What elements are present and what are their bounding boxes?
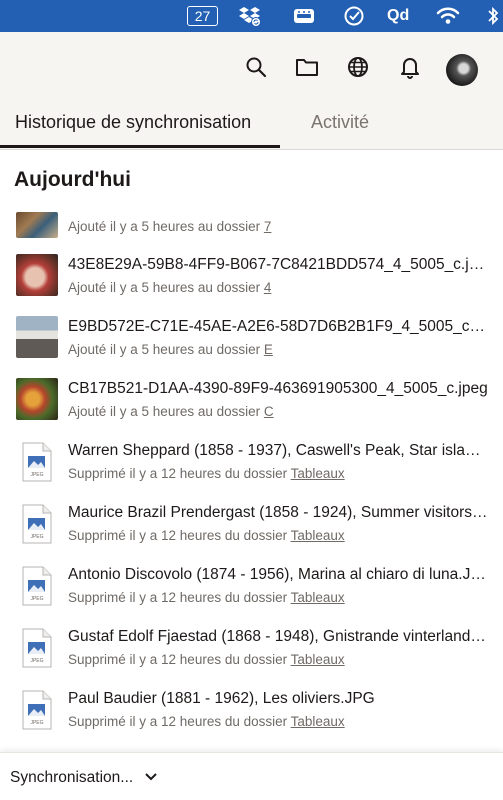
svg-text:JPEG: JPEG xyxy=(30,596,43,602)
jpeg-file-icon: JPEG xyxy=(22,442,52,482)
svg-text:JPEG: JPEG xyxy=(30,472,43,478)
item-description: Supprimé il y a 12 heures du dossier Tab… xyxy=(68,714,345,729)
section-title: Aujourd'hui xyxy=(14,168,131,191)
calendar-date-icon[interactable]: 27 xyxy=(187,6,218,26)
photo-thumbnail xyxy=(16,212,58,238)
item-name: Warren Sheppard (1858 - 1937), Caswell's… xyxy=(68,442,488,459)
list-item[interactable]: JPEG Antonio Discovolo (1874 - 1956), Ma… xyxy=(0,562,503,622)
photo-thumbnail xyxy=(16,316,58,358)
display-icon[interactable] xyxy=(290,0,318,32)
item-description: Ajouté il y a 5 heures au dossier 4 xyxy=(68,280,272,295)
list-item[interactable]: JPEG Warren Sheppard (1858 - 1937), Casw… xyxy=(0,438,503,498)
item-name: Maurice Brazil Prendergast (1858 - 1924)… xyxy=(68,504,488,521)
active-tab-indicator xyxy=(0,145,280,148)
dropbox-sync-icon[interactable] xyxy=(235,0,265,32)
item-description: Supprimé il y a 12 heures du dossier Tab… xyxy=(68,590,345,605)
item-description: Ajouté il y a 5 heures au dossier 7 xyxy=(68,219,272,234)
item-name: CB17B521-D1AA-4390-89F9-463691905300_4_5… xyxy=(68,380,488,397)
wifi-icon[interactable] xyxy=(434,0,462,32)
item-name: E9BD572E-C71E-45AE-A2E6-58D7D6B2B1F9_4_5… xyxy=(68,318,488,335)
folder-link[interactable]: Tableaux xyxy=(291,466,345,481)
tab-bar: Historique de synchronisation Activité xyxy=(0,100,503,150)
item-description: Ajouté il y a 5 heures au dossier E xyxy=(68,342,273,357)
folder-link[interactable]: Tableaux xyxy=(291,714,345,729)
jpeg-file-icon: JPEG xyxy=(22,504,52,544)
sync-status-footer: Synchronisation... xyxy=(0,752,503,800)
jpeg-file-icon: JPEG xyxy=(22,690,52,730)
item-description: Supprimé il y a 12 heures du dossier Tab… xyxy=(68,528,345,543)
item-name: Paul Baudier (1881 - 1962), Les oliviers… xyxy=(68,690,375,707)
list-item[interactable]: JPEG Maurice Brazil Prendergast (1858 - … xyxy=(0,500,503,560)
svg-text:JPEG: JPEG xyxy=(30,658,43,664)
tab-sync-history[interactable]: Historique de synchronisation xyxy=(15,112,251,133)
item-description: Supprimé il y a 12 heures du dossier Tab… xyxy=(68,466,345,481)
check-circle-icon[interactable] xyxy=(340,0,368,32)
list-item[interactable]: JPEG Gustaf Edolf Fjaestad (1868 - 1948)… xyxy=(0,624,503,684)
item-name: Antonio Discovolo (1874 - 1956), Marina … xyxy=(68,566,488,583)
folder-link[interactable]: 7 xyxy=(264,219,272,234)
photo-thumbnail xyxy=(16,254,58,296)
chevron-down-icon[interactable] xyxy=(144,771,158,783)
list-item[interactable]: JPEG Paul Baudier (1881 - 1962), Les oli… xyxy=(0,686,503,746)
folder-link[interactable]: E xyxy=(264,342,273,357)
folder-link[interactable]: C xyxy=(264,404,274,419)
item-name: Gustaf Edolf Fjaestad (1868 - 1948), Gni… xyxy=(68,628,488,645)
folder-link[interactable]: Tableaux xyxy=(291,528,345,543)
avatar[interactable] xyxy=(446,54,478,86)
search-icon[interactable] xyxy=(244,55,268,79)
list-item[interactable]: CB17B521-D1AA-4390-89F9-463691905300_4_5… xyxy=(0,376,503,436)
item-description: Ajouté il y a 5 heures au dossier C xyxy=(68,404,274,419)
folder-link[interactable]: 4 xyxy=(264,280,272,295)
bell-icon[interactable] xyxy=(398,55,422,79)
list-item[interactable]: 43E8E29A-59B8-4FF9-B067-7C8421BDD574_4_5… xyxy=(0,252,503,312)
list-item[interactable]: E9BD572E-C71E-45AE-A2E6-58D7D6B2B1F9_4_5… xyxy=(0,314,503,374)
item-description: Supprimé il y a 12 heures du dossier Tab… xyxy=(68,652,345,667)
item-name: 43E8E29A-59B8-4FF9-B067-7C8421BDD574_4_5… xyxy=(68,256,488,273)
bluetooth-icon[interactable] xyxy=(484,0,502,32)
system-menubar: 27 Qd xyxy=(0,0,503,32)
svg-text:JPEG: JPEG xyxy=(30,534,43,540)
calendar-date: 27 xyxy=(194,8,211,24)
jpeg-file-icon: JPEG xyxy=(22,628,52,668)
sync-status-label[interactable]: Synchronisation... xyxy=(10,769,133,787)
globe-icon[interactable] xyxy=(346,55,370,79)
photo-thumbnail xyxy=(16,378,58,420)
folder-icon[interactable] xyxy=(295,55,319,79)
folder-link[interactable]: Tableaux xyxy=(291,652,345,667)
jpeg-file-icon: JPEG xyxy=(22,566,52,606)
folder-link[interactable]: Tableaux xyxy=(291,590,345,605)
svg-text:JPEG: JPEG xyxy=(30,720,43,726)
tab-activity[interactable]: Activité xyxy=(311,112,369,133)
user-initials[interactable]: Qd xyxy=(387,0,409,32)
